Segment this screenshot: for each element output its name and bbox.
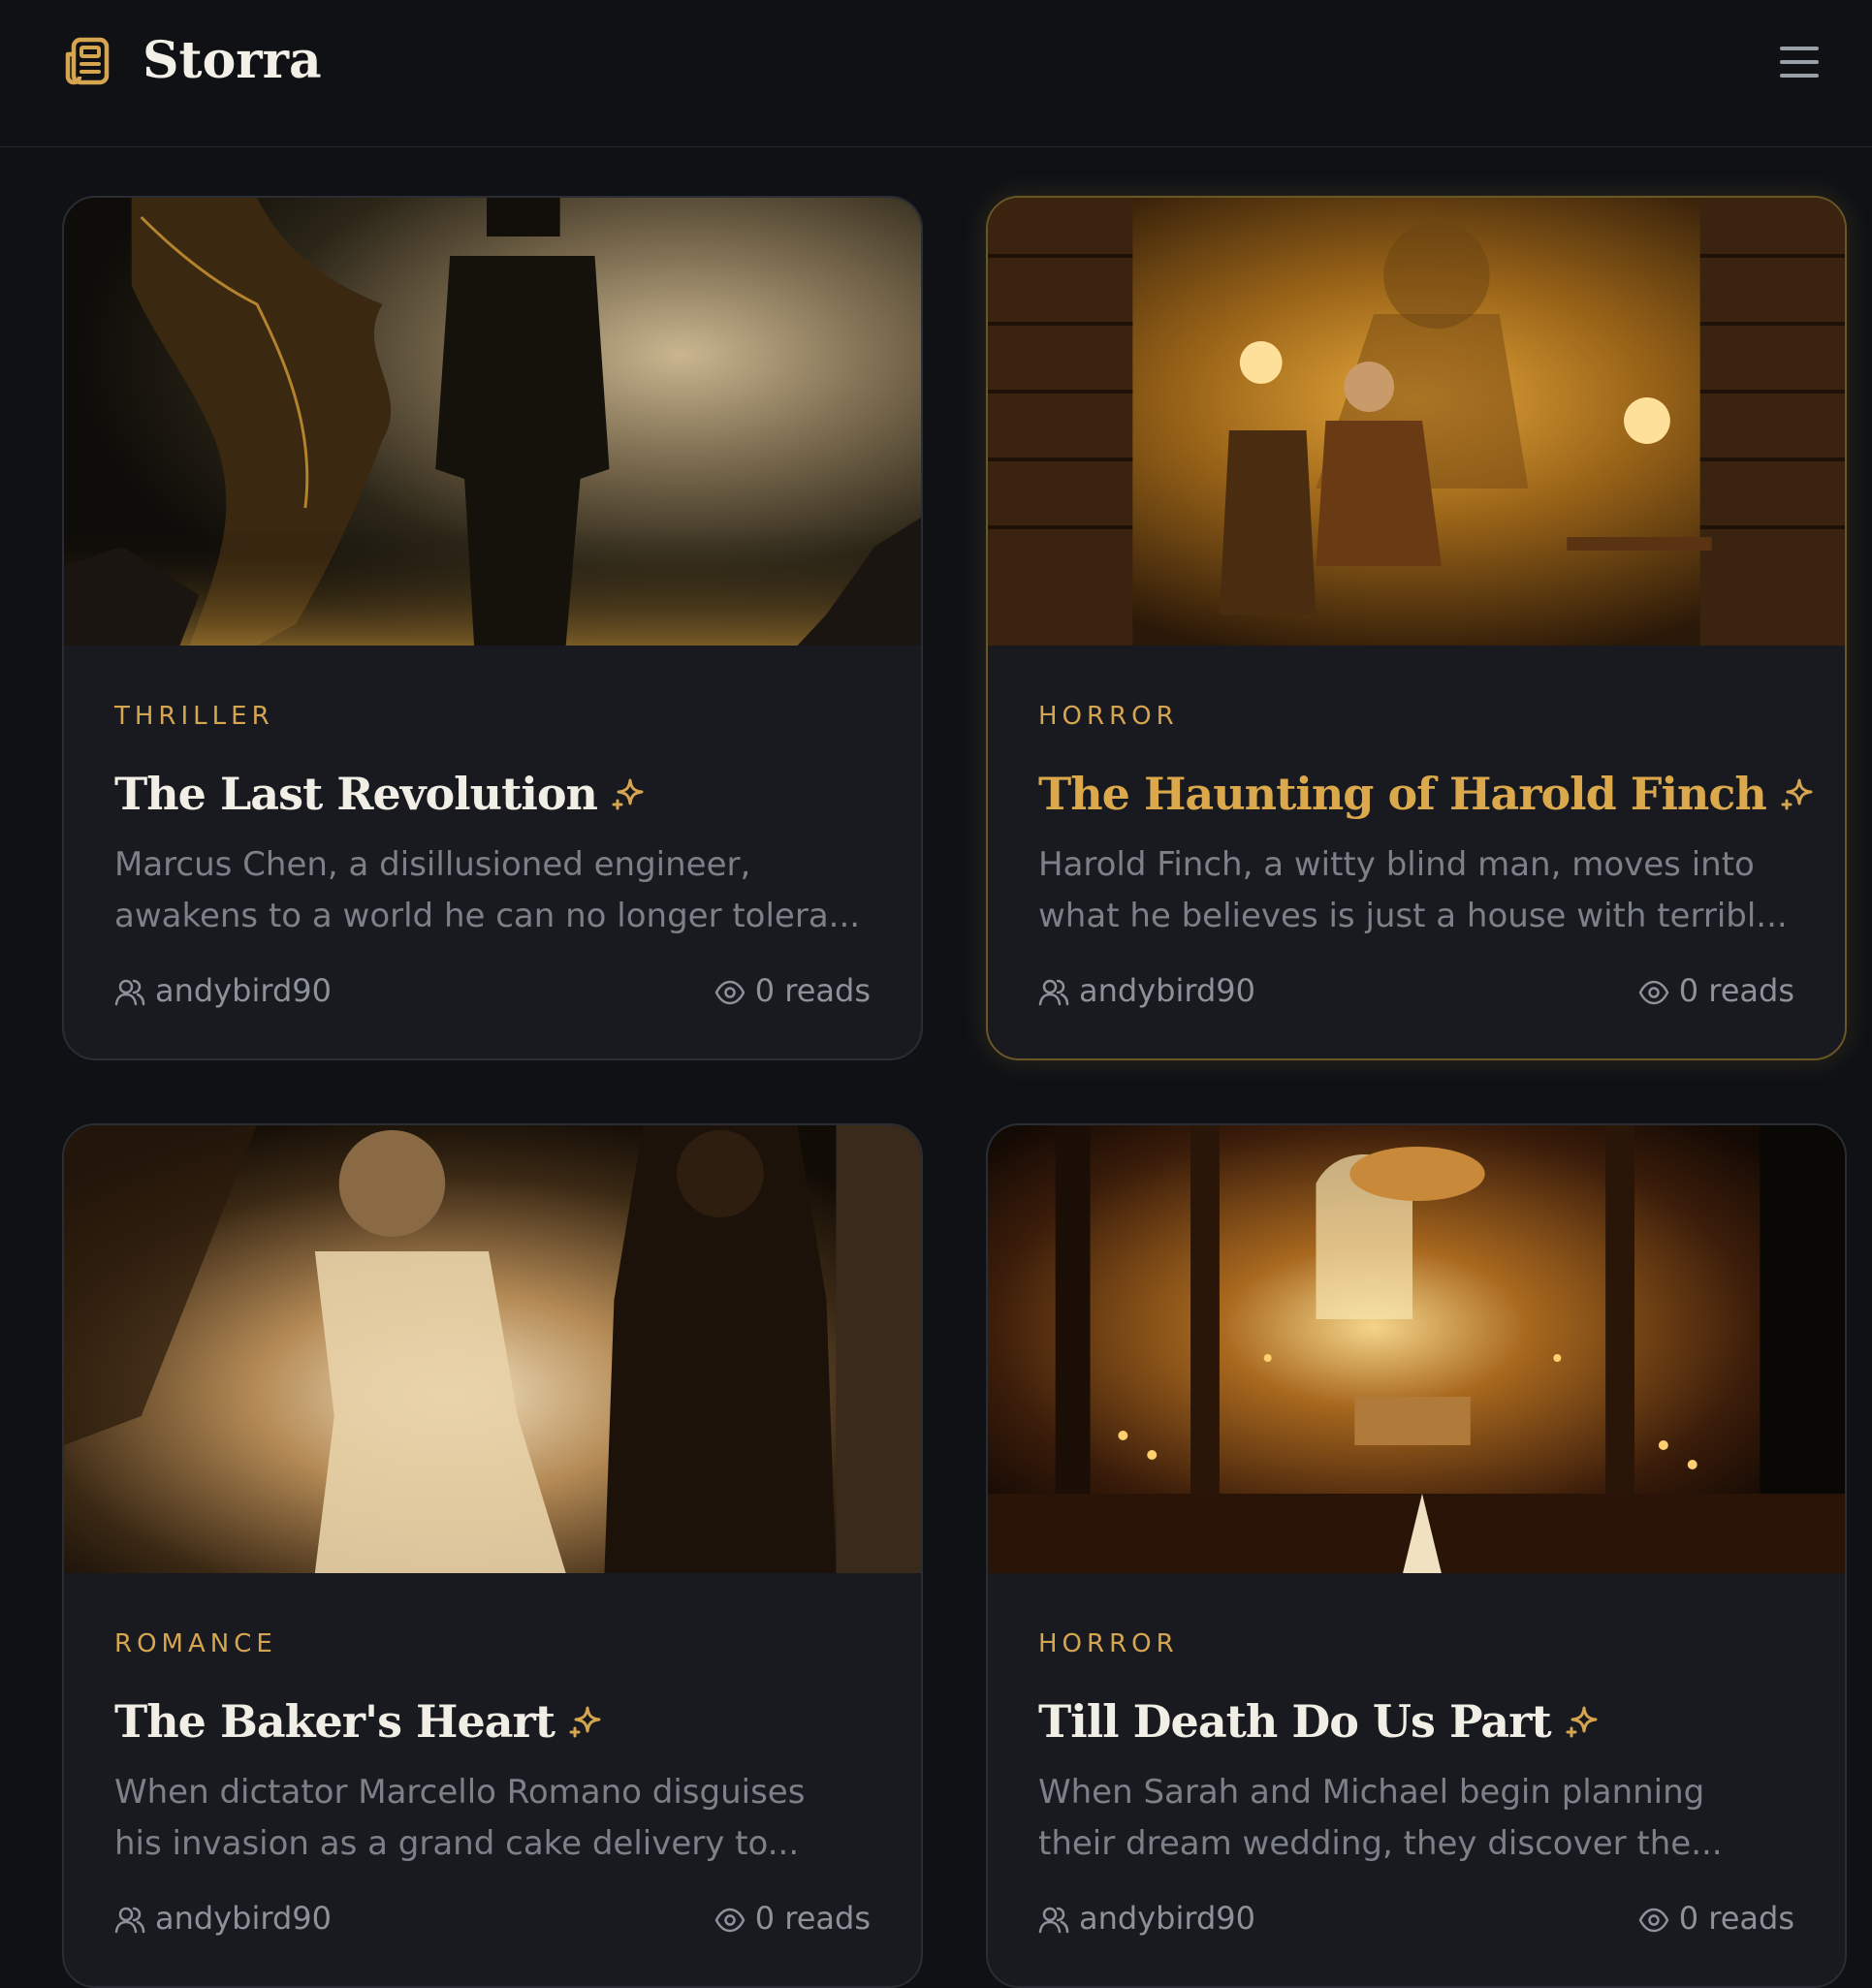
story-card[interactable]: HORROR The Haunting of Harold Finch Haro…: [986, 196, 1847, 1060]
author-name: andybird90: [155, 972, 332, 1009]
author-meta[interactable]: andybird90: [114, 1897, 332, 1940]
author-meta[interactable]: andybird90: [114, 969, 332, 1012]
story-cover-image: [988, 1125, 1845, 1573]
reads-meta: 0 reads: [1638, 969, 1794, 1012]
genre-label: ROMANCE: [114, 1629, 277, 1658]
read-count: 0 reads: [1678, 1900, 1794, 1937]
author-meta[interactable]: andybird90: [1038, 969, 1255, 1012]
user-icon: [114, 979, 145, 1006]
sparkle-icon: [612, 778, 644, 810]
sparkle-icon: [1781, 778, 1813, 810]
story-title[interactable]: The Baker's Heart: [114, 1695, 555, 1748]
story-description: Harold Finch, a witty blind man, moves i…: [1038, 845, 1788, 935]
read-count: 0 reads: [1678, 972, 1794, 1009]
reads-meta: 0 reads: [1638, 1897, 1794, 1940]
story-title[interactable]: The Haunting of Harold Finch: [1038, 768, 1767, 820]
story-cover-image: [64, 1125, 921, 1573]
genre-label: HORROR: [1038, 702, 1179, 731]
eye-icon: [714, 1908, 746, 1933]
newspaper-icon[interactable]: [60, 35, 112, 87]
user-icon: [1038, 1907, 1069, 1934]
eye-icon: [714, 980, 746, 1005]
author-name: andybird90: [1079, 1900, 1255, 1937]
eye-icon: [1638, 980, 1669, 1005]
author-name: andybird90: [1079, 972, 1255, 1009]
top-bar: Storra: [0, 0, 1872, 147]
story-description: When dictator Marcello Romano disguises …: [114, 1773, 806, 1863]
eye-icon: [1638, 1908, 1669, 1933]
hamburger-menu-icon[interactable]: [1776, 39, 1823, 85]
reads-meta: 0 reads: [714, 1897, 871, 1940]
story-cover-image: [988, 198, 1845, 646]
read-count: 0 reads: [754, 1900, 871, 1937]
user-icon: [1038, 979, 1069, 1006]
genre-label: THRILLER: [114, 702, 274, 731]
user-icon: [114, 1907, 145, 1934]
story-card[interactable]: THRILLER The Last Revolution Marcus Chen…: [62, 196, 923, 1060]
author-meta[interactable]: andybird90: [1038, 1897, 1255, 1940]
sparkle-icon: [1566, 1706, 1598, 1738]
story-description: When Sarah and Michael begin planning th…: [1038, 1773, 1723, 1863]
brand-name[interactable]: Storra: [143, 29, 322, 93]
sparkle-icon: [569, 1706, 601, 1738]
genre-label: HORROR: [1038, 1629, 1179, 1658]
story-title[interactable]: The Last Revolution: [114, 768, 598, 820]
story-card[interactable]: HORROR Till Death Do Us Part When Sarah …: [986, 1123, 1847, 1988]
reads-meta: 0 reads: [714, 969, 871, 1012]
story-card[interactable]: ROMANCE The Baker's Heart When dictator …: [62, 1123, 923, 1988]
author-name: andybird90: [155, 1900, 332, 1937]
story-description: Marcus Chen, a disillusioned engineer, a…: [114, 845, 861, 935]
story-cover-image: [64, 198, 921, 646]
read-count: 0 reads: [754, 972, 871, 1009]
story-title[interactable]: Till Death Do Us Part: [1038, 1695, 1552, 1748]
